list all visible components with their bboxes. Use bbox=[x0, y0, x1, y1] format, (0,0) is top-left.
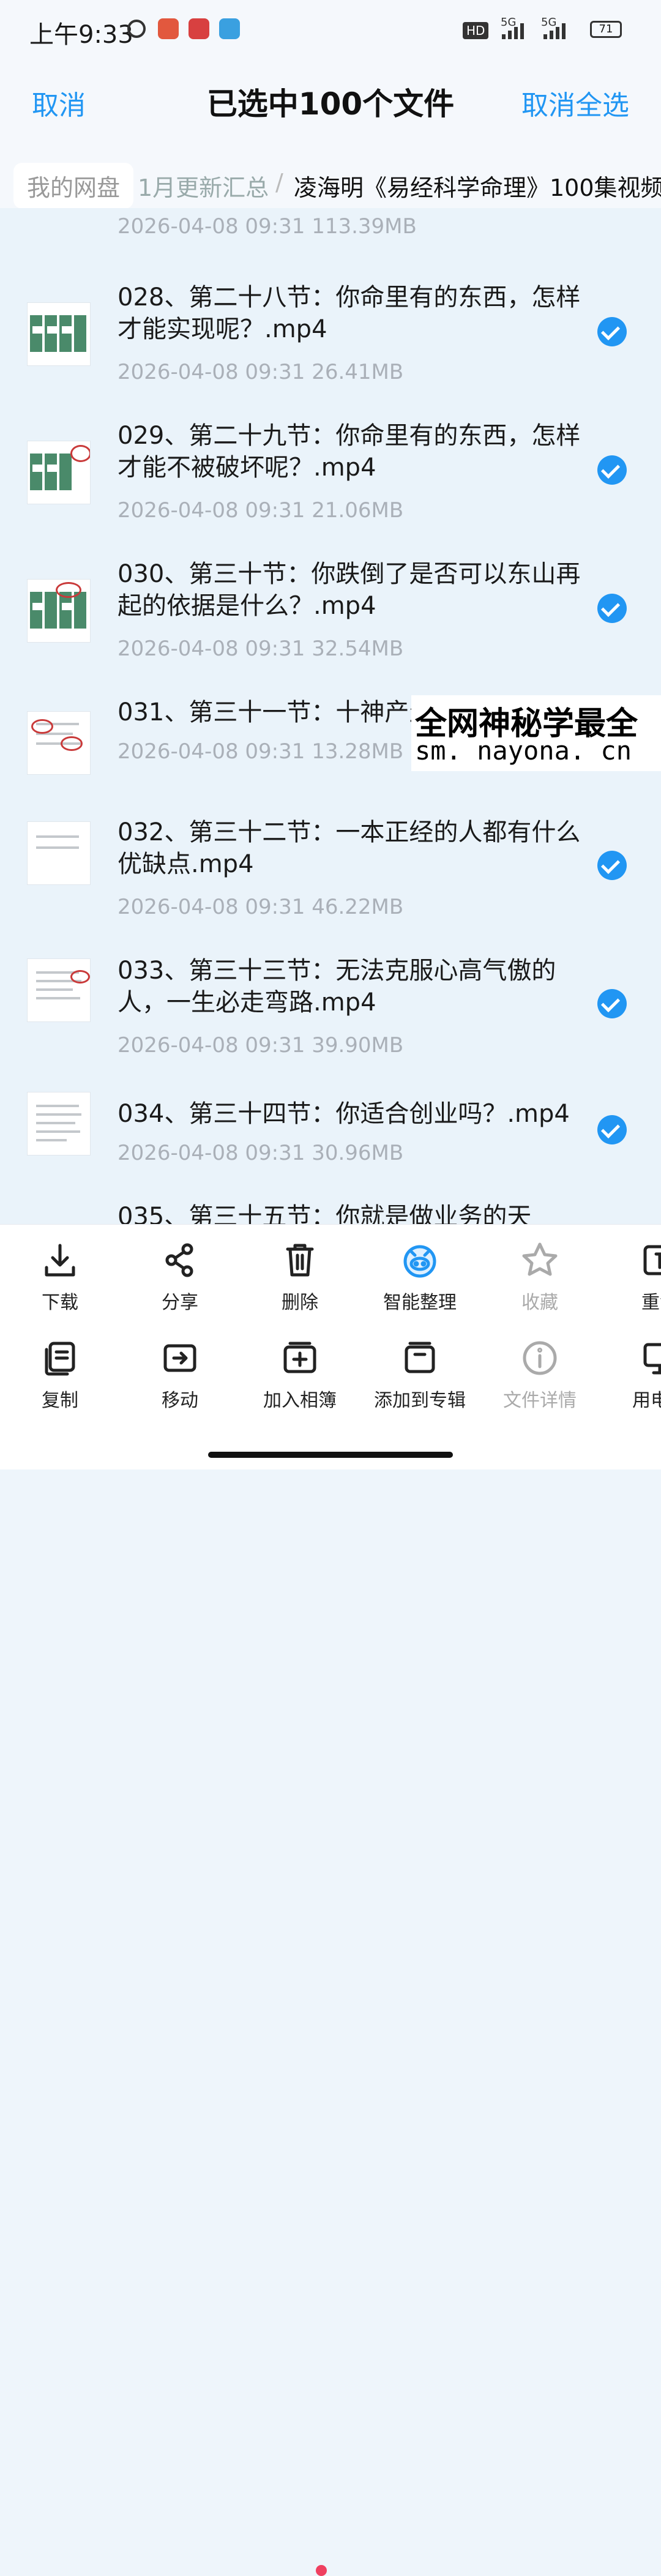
copy-button[interactable]: 复制 bbox=[0, 1338, 120, 1412]
rename-button[interactable]: 重命 bbox=[600, 1241, 661, 1314]
file-name: 035、第三十五节：你就是做业务的天 bbox=[118, 1203, 532, 1224]
file-name: 032、第三十二节：一本正经的人都有什么优缺点.mp4 bbox=[118, 818, 581, 878]
checkbox-checked-icon[interactable] bbox=[597, 989, 627, 1018]
file-row[interactable]: 028、第二十八节：你命里有的东西，怎样才能实现呢？.mp4 2026-04-0… bbox=[0, 282, 661, 420]
file-meta: 2026-04-08 09:31 113.39MB bbox=[118, 214, 417, 239]
delete-button[interactable]: 删除 bbox=[240, 1241, 360, 1314]
trash-icon bbox=[286, 1244, 314, 1277]
video-thumbnail bbox=[27, 302, 91, 366]
favorite-button[interactable]: 收藏 bbox=[480, 1241, 600, 1314]
download-button[interactable]: 下载 bbox=[0, 1241, 120, 1314]
file-row[interactable]: 029、第二十九节：你命里有的东西，怎样才能不被破坏呢？.mp4 2026-04… bbox=[0, 420, 661, 558]
checkbox-checked-icon[interactable] bbox=[597, 455, 627, 485]
video-thumbnail bbox=[27, 441, 91, 504]
video-thumbnail bbox=[27, 821, 91, 885]
bottom-action-bar: 下载 分享 删除 智能整理 收藏 重命 复制 移动 加入相簿 添加到专辑 文件详… bbox=[0, 1224, 661, 2576]
breadcrumb: 1月更新汇总 / 凌海明《易经科学命理》100集视频 我的网盘 bbox=[0, 157, 661, 208]
file-meta: 2026-04-08 09:31 39.90MB bbox=[118, 1033, 404, 1058]
add-to-collection-button[interactable]: 添加到专辑 bbox=[360, 1338, 480, 1412]
add-album-icon bbox=[283, 1342, 316, 1373]
file-name: 034、第三十四节：你适合创业吗？.mp4 bbox=[118, 1100, 570, 1128]
file-name: 029、第二十九节：你命里有的东西，怎样才能不被破坏呢？.mp4 bbox=[118, 422, 581, 482]
watermark-url: sm. nayona. cn bbox=[415, 736, 632, 766]
share-icon bbox=[165, 1243, 193, 1277]
share-button[interactable]: 分享 bbox=[120, 1241, 240, 1314]
computer-icon bbox=[643, 1343, 661, 1375]
checkbox-checked-icon[interactable] bbox=[597, 851, 627, 880]
signal-strength-icon bbox=[543, 21, 566, 39]
notification-dot bbox=[316, 2565, 327, 2576]
app-notification-icon bbox=[158, 18, 179, 39]
alarm-icon bbox=[127, 20, 146, 38]
battery-icon: 71 bbox=[590, 21, 622, 38]
video-thumbnail bbox=[27, 1092, 91, 1155]
breadcrumb-item-folder[interactable]: 1月更新汇总 bbox=[138, 169, 269, 203]
status-time: 上午9:33 bbox=[29, 21, 133, 49]
file-row[interactable]: 032、第三十二节：一本正经的人都有什么优缺点.mp4 2026-04-08 0… bbox=[0, 799, 661, 938]
file-meta: 2026-04-08 09:31 46.22MB bbox=[118, 895, 404, 919]
app-notification-icon bbox=[189, 18, 209, 39]
file-meta: 2026-04-08 09:31 21.06MB bbox=[118, 498, 404, 523]
file-row[interactable]: 034、第三十四节：你适合创业吗？.mp4 2026-04-08 09:31 3… bbox=[0, 1076, 661, 1184]
file-meta: 2026-04-08 09:31 13.28MB bbox=[118, 739, 404, 764]
hd-voice-icon: HD bbox=[463, 22, 489, 39]
file-meta: 2026-04-08 09:31 26.41MB bbox=[118, 360, 404, 384]
breadcrumb-item-root[interactable]: 我的网盘 bbox=[13, 163, 134, 208]
rename-icon bbox=[643, 1245, 661, 1275]
add-to-album-button[interactable]: 加入相簿 bbox=[240, 1338, 360, 1412]
file-name: 031、第三十一节：十神产生 bbox=[118, 698, 411, 726]
file-meta: 2026-04-08 09:31 30.96MB bbox=[118, 1141, 404, 1165]
checkbox-checked-icon[interactable] bbox=[597, 317, 627, 346]
file-meta: 2026-04-08 09:31 32.54MB bbox=[118, 637, 404, 661]
status-bar: 上午9:33 HD 5G 5G 71 bbox=[0, 0, 661, 61]
file-row[interactable]: 030、第三十节：你跌倒了是否可以东山再起的依据是什么？.mp4 2026-04… bbox=[0, 558, 661, 696]
file-name: 030、第三十节：你跌倒了是否可以东山再起的依据是什么？.mp4 bbox=[118, 560, 581, 620]
video-thumbnail bbox=[27, 711, 91, 775]
file-name: 033、第三十三节：无法克服心高气傲的人，一生必走弯路.mp4 bbox=[118, 957, 556, 1017]
deselect-all-button[interactable]: 取消全选 bbox=[521, 83, 629, 122]
smart-organize-button[interactable]: 智能整理 bbox=[360, 1241, 480, 1314]
file-details-button[interactable]: 文件详情 bbox=[480, 1338, 600, 1412]
breadcrumb-separator: / bbox=[275, 169, 283, 196]
file-list: 2026-04-08 09:31 113.39MB 028、第二十八节：你命里有… bbox=[0, 208, 661, 1224]
file-row[interactable]: 033、第三十三节：无法克服心高气傲的人，一生必走弯路.mp4 2026-04-… bbox=[0, 938, 661, 1076]
signal-strength-icon bbox=[502, 21, 524, 39]
move-icon bbox=[163, 1344, 196, 1372]
checkbox-checked-icon[interactable] bbox=[597, 1115, 627, 1144]
download-icon bbox=[45, 1244, 75, 1277]
app-notification-icon bbox=[219, 18, 240, 39]
star-icon bbox=[522, 1242, 558, 1276]
info-icon bbox=[523, 1341, 557, 1375]
breadcrumb-item-current: 凌海明《易经科学命理》100集视频 bbox=[294, 174, 661, 201]
move-button[interactable]: 移动 bbox=[120, 1338, 240, 1412]
collection-icon bbox=[405, 1342, 435, 1373]
watermark-overlay: 全网神秘学最全 sm. nayona. cn bbox=[411, 695, 661, 771]
copy-icon bbox=[45, 1342, 75, 1376]
video-thumbnail bbox=[27, 958, 91, 1022]
video-thumbnail bbox=[27, 579, 91, 643]
file-row[interactable]: 035、第三十五节：你就是做业务的天 bbox=[0, 1184, 661, 1224]
selection-header: 取消 已选中100个文件 取消全选 bbox=[0, 61, 661, 159]
smart-organize-icon bbox=[403, 1245, 436, 1278]
file-row[interactable]: 2026-04-08 09:31 113.39MB bbox=[0, 208, 661, 245]
home-indicator[interactable] bbox=[208, 1452, 453, 1458]
open-on-pc-button[interactable]: 用电脑 bbox=[600, 1338, 661, 1412]
file-name: 028、第二十八节：你命里有的东西，怎样才能实现呢？.mp4 bbox=[118, 283, 581, 343]
checkbox-checked-icon[interactable] bbox=[597, 594, 627, 623]
